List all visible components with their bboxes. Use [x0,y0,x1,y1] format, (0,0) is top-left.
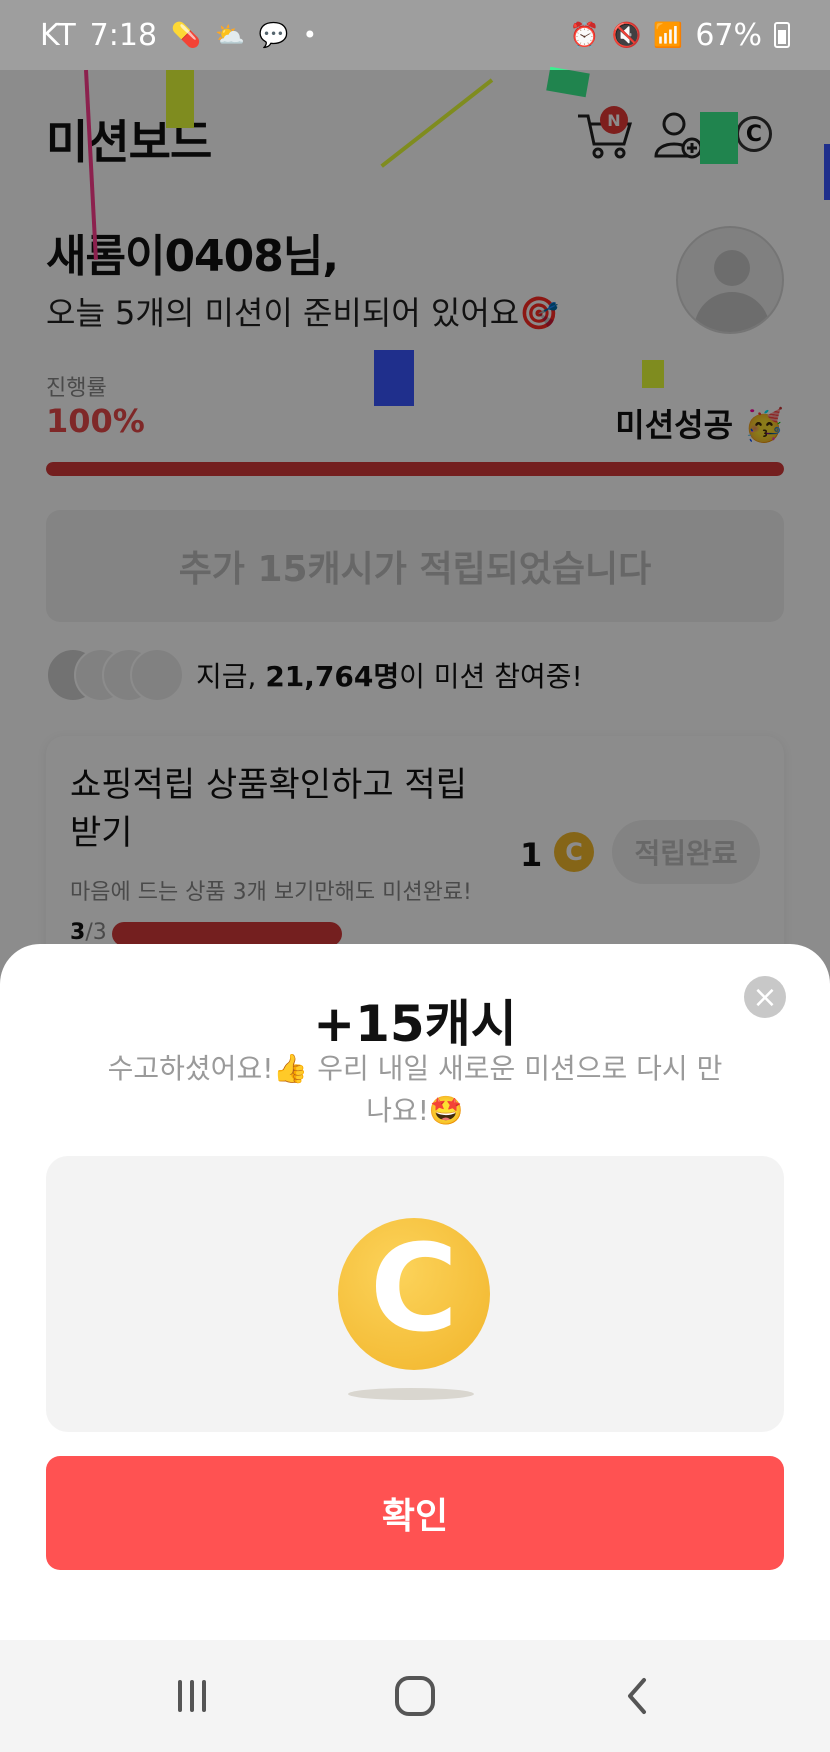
alarm-icon: ⏰ [569,21,600,49]
reward-message: 수고하셨어요!👍 우리 내일 새로운 미션으로 다시 만나요!🤩 [107,1052,723,1127]
battery-percent: 67% [695,17,762,53]
clock: 7:18 [89,17,158,53]
status-bar: KT 7:18 💊 ⛅ 💬 • ⏰ 🔇 📶 67% [0,0,830,70]
mute-icon: 🔇 [611,21,642,49]
system-nav-bar [0,1640,830,1752]
reward-sheet: +15캐시 × 수고하셨어요!👍 우리 내일 새로운 미션으로 다시 만나요!🤩… [0,944,830,1640]
wifi-icon: 📶 [653,21,684,49]
battery-icon [774,22,790,48]
back-icon[interactable] [608,1666,668,1726]
coin-shadow [348,1388,474,1400]
coin-panel: C [46,1156,784,1432]
notification-dot-icon: • [302,21,317,49]
pill-icon: 💊 [171,21,201,49]
carrier-label: KT [40,17,76,53]
home-icon[interactable] [385,1666,445,1726]
talk-icon: 💬 [258,21,289,49]
coin-icon: C [338,1218,490,1370]
reward-title: +15캐시 [313,995,517,1053]
weather-icon: ⛅ [214,21,245,49]
confirm-button[interactable]: 확인 [46,1456,784,1570]
recent-apps-icon[interactable] [162,1666,222,1726]
close-icon[interactable]: × [744,976,786,1018]
